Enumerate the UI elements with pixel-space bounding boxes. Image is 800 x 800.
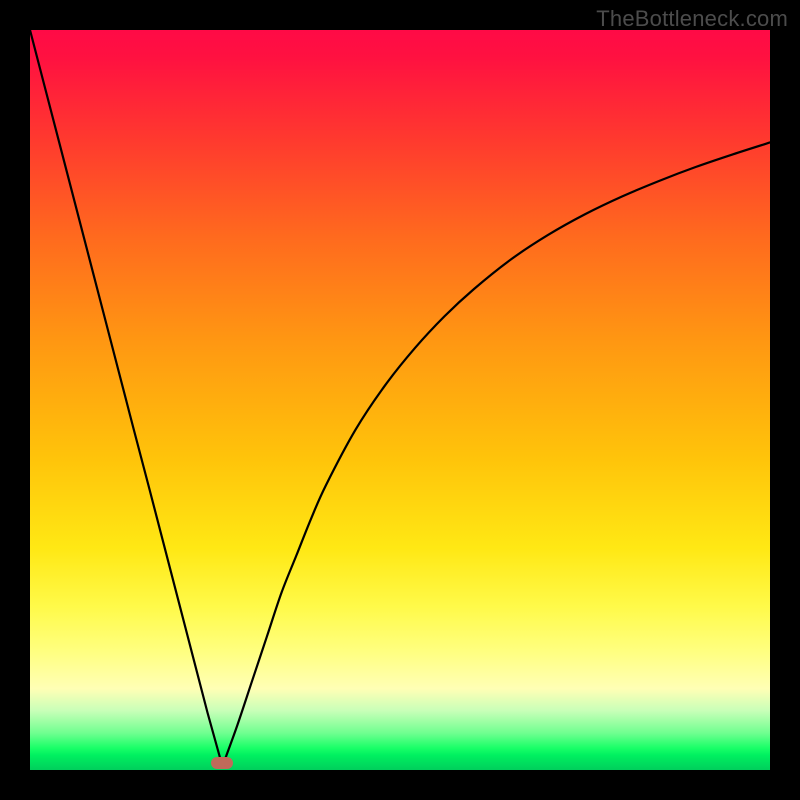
optimal-marker: [211, 757, 233, 769]
chart-frame: TheBottleneck.com: [0, 0, 800, 800]
bottleneck-curve: [30, 30, 770, 770]
watermark-text: TheBottleneck.com: [596, 6, 788, 32]
plot-area: [30, 30, 770, 770]
